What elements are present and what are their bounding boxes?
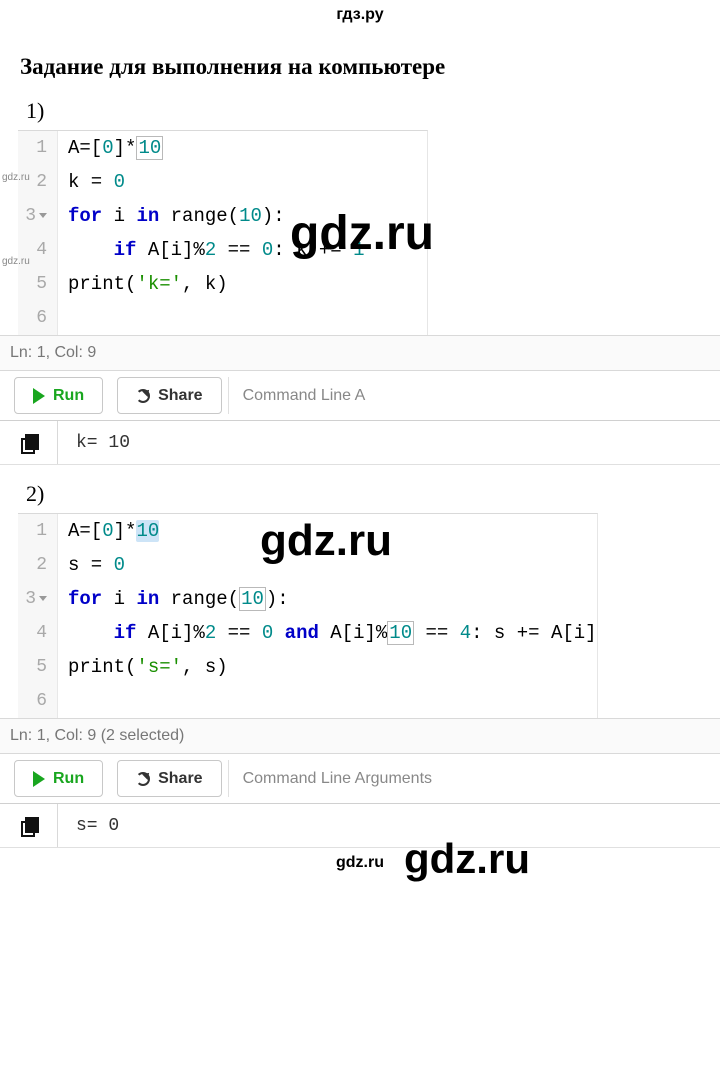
cli-input[interactable]: Command Line Arguments [228,760,720,797]
watermark-side: gdz.ru [2,256,30,267]
gutter-line[interactable]: 3 [18,199,58,233]
gutter-line: 6 [18,301,58,335]
gutter-line[interactable]: 3 [18,582,58,616]
item-1-label: 1) [0,88,720,124]
toolbar-2: Run Share Command Line Arguments [0,754,720,804]
share-label: Share [158,387,202,405]
toolbar-1: Run Share Command Line A [0,371,720,421]
editor-status-1: Ln: 1, Col: 9 [0,335,720,371]
output-text: k= 10 [58,433,130,453]
output-bar-1: k= 10 [0,421,720,465]
output-bar-2: s= 0 [0,804,720,848]
play-icon [33,388,45,404]
share-icon [136,772,150,786]
code-line[interactable]: print('s=', s) [58,656,228,678]
output-text: s= 0 [58,816,119,836]
page-title: Задание для выполнения на компьютере [0,30,720,88]
code-editor-2[interactable]: 1 A=[0]*10 2 s = 0 3 for i in range(10):… [18,513,598,718]
gutter-line: 4 [18,616,58,650]
copy-icon [21,434,37,452]
gutter-line: 2 [18,548,58,582]
code-line[interactable]: if A[i]%2 == 0 and A[i]%10 == 4: s += A[… [58,622,597,644]
gutter-line: 5 [18,267,58,301]
run-button[interactable]: Run [14,377,103,414]
brand-bottom: gdz.ru [0,848,720,878]
share-button[interactable]: Share [117,760,221,797]
code-line[interactable]: k = 0 [58,171,125,193]
gutter-line: 1 [18,131,58,165]
brand-top: гдз.ру [0,0,720,30]
watermark-side: gdz.ru [2,172,30,183]
code-line[interactable]: A=[0]*10 [58,520,159,542]
run-button[interactable]: Run [14,760,103,797]
gutter-line: 5 [18,650,58,684]
copy-output-button[interactable] [0,421,58,464]
run-label: Run [53,770,84,788]
run-label: Run [53,387,84,405]
gutter-line: 1 [18,514,58,548]
code-line[interactable]: s = 0 [58,554,125,576]
code-line[interactable]: for i in range(10): [58,205,285,227]
code-line[interactable]: A=[0]*10 [58,137,163,159]
code-editor-1[interactable]: 1 A=[0]*10 2 k = 0 3 for i in range(10):… [18,130,428,335]
copy-icon [21,817,37,835]
cli-input[interactable]: Command Line A [228,377,720,414]
editor-status-2: Ln: 1, Col: 9 (2 selected) [0,718,720,754]
share-button[interactable]: Share [117,377,221,414]
code-line[interactable]: if A[i]%2 == 0: k += 1 [58,239,365,261]
share-label: Share [158,770,202,788]
gutter-line: 6 [18,684,58,718]
play-icon [33,771,45,787]
code-line[interactable]: print('k=', k) [58,273,228,295]
code-line[interactable]: for i in range(10): [58,588,289,610]
copy-output-button[interactable] [0,804,58,847]
share-icon [136,389,150,403]
item-2-label: 2) [0,471,720,507]
